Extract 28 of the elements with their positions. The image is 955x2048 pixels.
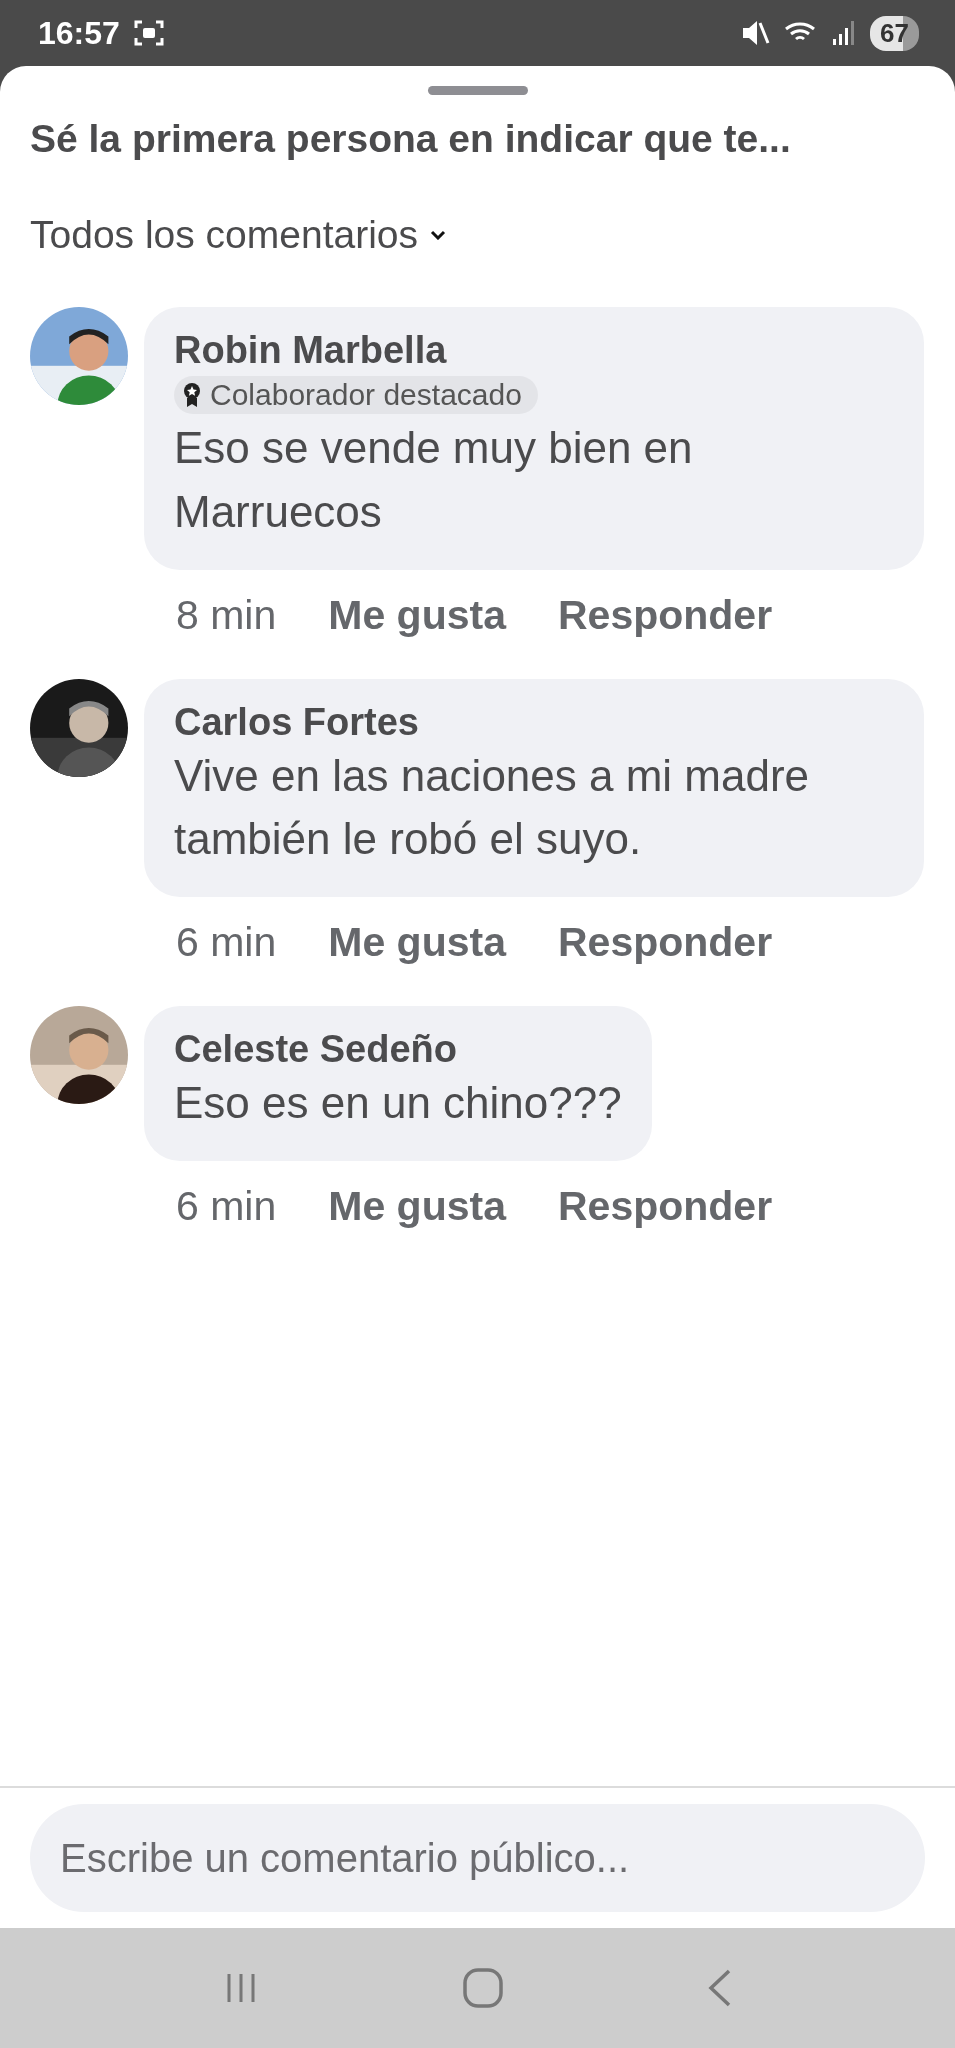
comment-text: Vive en las naciones a mi madre también le robó el suyo. bbox=[174, 749, 811, 866]
screenshot-icon bbox=[133, 20, 164, 46]
comment-time: 6 min bbox=[176, 1183, 277, 1230]
signal-icon bbox=[832, 19, 857, 47]
drag-handle[interactable] bbox=[427, 86, 528, 95]
mute-icon bbox=[740, 19, 771, 47]
comment-input[interactable]: Escribe un comentario público... bbox=[30, 1804, 925, 1912]
clock: 16:57 bbox=[38, 14, 120, 52]
comment-text: Eso es en un chino??? bbox=[174, 1077, 622, 1130]
like-button[interactable]: Me gusta bbox=[328, 591, 506, 639]
comment-text: Eso se vende muy bien en Marruecos bbox=[174, 422, 694, 538]
comment-time: 8 min bbox=[176, 591, 277, 639]
author-name: Celeste Sedeño bbox=[174, 1028, 457, 1072]
author-name: Carlos Fortes bbox=[174, 700, 419, 744]
award-icon bbox=[182, 382, 202, 408]
comment-time: 6 min bbox=[176, 919, 277, 967]
battery-level: 67 bbox=[870, 15, 919, 51]
reply-button[interactable]: Responder bbox=[557, 591, 773, 639]
home-icon[interactable] bbox=[461, 1967, 504, 2009]
author-name: Robin Marbella bbox=[174, 329, 447, 372]
sheet-title: Sé la primera persona en indicar que te... bbox=[29, 116, 792, 161]
caret-icon bbox=[430, 230, 447, 240]
reply-button[interactable]: Responder bbox=[557, 919, 773, 967]
like-button[interactable]: Me gusta bbox=[328, 919, 506, 967]
filter-dropdown[interactable]: Todos los comentarios bbox=[30, 213, 447, 257]
like-button[interactable]: Me gusta bbox=[328, 1183, 506, 1230]
reply-button[interactable]: Responder bbox=[557, 1183, 773, 1230]
contributor-badge: Colaborador destacado bbox=[174, 376, 538, 414]
